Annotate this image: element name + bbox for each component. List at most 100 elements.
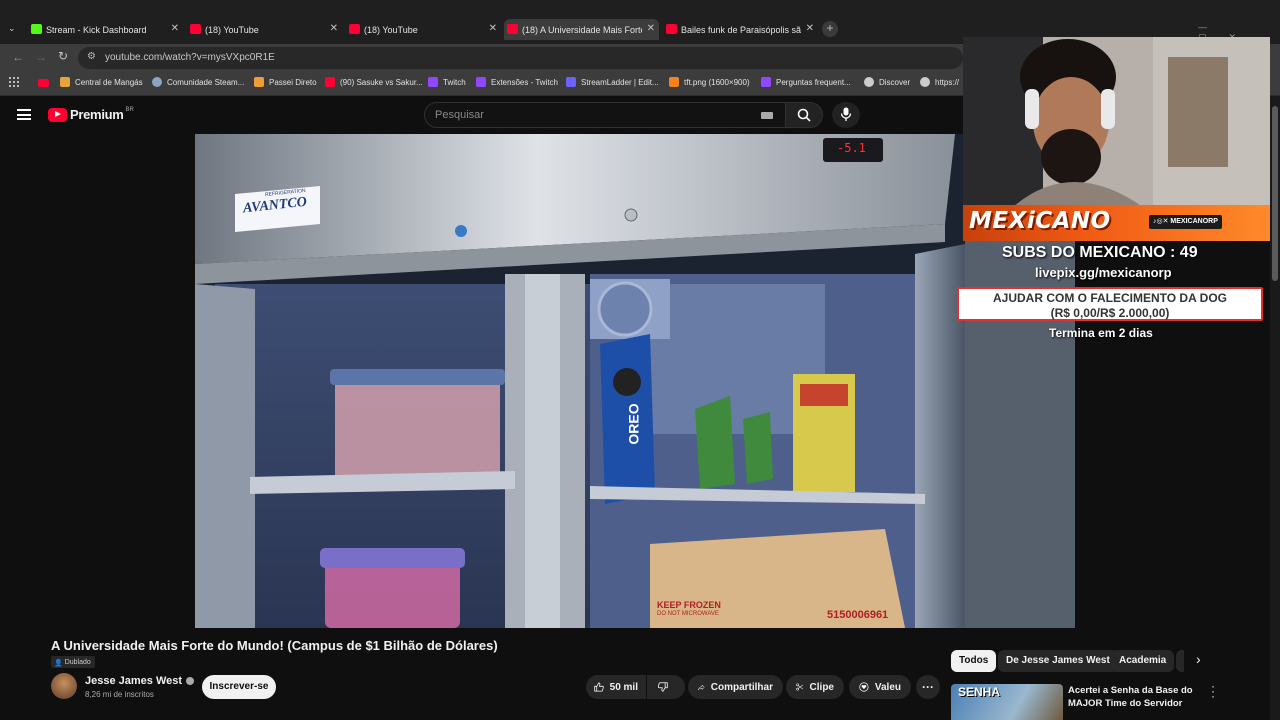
streamer-webcam [963,37,1270,207]
chip-gym[interactable]: Academia [1111,650,1175,672]
subscribe-button[interactable]: Inscrever-se [202,675,276,699]
channel-name[interactable]: Jesse James West [85,675,195,687]
video-frame: JJW [195,134,1075,628]
bookmark-item[interactable]: Central de Mangás [60,77,143,87]
bookmark-item[interactable]: tft.png (1600×900) [669,77,750,87]
video-player[interactable]: JJW AVANTCO REFRIGERATION -5.1 OREO KEEP… [195,134,1075,628]
tab-youtube-1[interactable]: (18) YouTube ✕ [187,19,342,40]
bookmark-item[interactable]: https:// [920,77,959,87]
address-bar[interactable]: ⚙ youtube.com/watch?v=mysVXpc0R1E [78,47,963,69]
video-title: A Universidade Mais Forte do Mundo! (Cam… [51,638,498,653]
webcam-feed [963,37,1270,207]
kebab-menu-icon[interactable]: · · · [1211,680,1215,702]
twitch-icon [761,77,771,87]
recommended-title[interactable]: Acertei a Senha da Base do MAJOR Time do… [1068,684,1193,720]
thanks-button[interactable]: Valeu [849,675,911,699]
bookmark-youtube-icon[interactable] [38,79,49,87]
youtube-favicon-icon [325,77,335,87]
search-icon [797,108,811,122]
keyboard-icon[interactable] [761,112,773,119]
back-icon[interactable]: ← [12,50,24,64]
close-icon[interactable]: ✕ [489,23,497,34]
recommended-thumbnail[interactable]: SENHA [951,684,1063,720]
like-button[interactable]: 50 mil [586,675,646,699]
bookmark-item[interactable]: (90) Sasuke vs Sakur... [325,77,423,87]
bookmark-item[interactable]: Comunidade Steam... [152,77,244,87]
thermostat-readout: -5.1 [837,141,866,155]
dislike-button[interactable] [647,675,685,699]
apps-grid-icon[interactable] [9,77,19,87]
close-icon[interactable]: ✕ [806,23,814,34]
steam-icon [152,77,162,87]
thumbnail-text: SENHA [958,685,1001,699]
channel-avatar[interactable] [51,673,77,699]
share-button[interactable]: Compartilhar [688,675,783,699]
scissors-icon [796,683,804,691]
bookmark-item[interactable]: Discover [864,77,910,87]
menu-icon[interactable] [17,109,31,120]
search-input[interactable]: Pesquisar [424,102,786,128]
overlay-brand: MEXiCANO [969,208,1111,234]
page-scrollbar[interactable] [1270,96,1280,720]
clip-button[interactable]: Clipe [786,675,844,699]
person-icon: 👤 [54,659,63,667]
bookmark-item[interactable]: Extensões - Twitch [476,77,558,87]
youtube-favicon-icon [349,24,360,34]
overlay-subs-line: SUBS DO MEXICANO : 49 [1002,244,1198,261]
microphone-icon [840,107,852,121]
tab-kick-dashboard[interactable]: Stream - Kick Dashboard ✕ [28,19,183,40]
tab-search-dropdown-icon[interactable]: ⌄ [8,23,16,34]
voice-search-button[interactable] [832,102,860,128]
url-text: youtube.com/watch?v=mysVXpc0R1E [105,52,275,63]
search-button[interactable] [785,102,823,128]
youtube-favicon-icon [666,24,677,34]
region-code: BR [125,106,134,113]
kick-favicon-icon [31,24,42,34]
twitch-icon [428,77,438,87]
cereal-box-label: OREO [625,403,642,445]
bookmark-item[interactable]: Perguntas frequent... [761,77,851,87]
thumbs-down-icon [658,682,668,692]
image-icon [669,77,679,87]
bookmark-item[interactable]: Twitch [428,77,466,87]
youtube-logo[interactable]: Premium BR [48,107,134,122]
site-info-icon[interactable]: ⚙ [87,51,96,62]
thanks-heart-icon [859,682,869,692]
box-label-top: KEEP FROZEN [657,600,721,610]
bookmark-item[interactable]: StreamLadder | Edit... [566,77,659,87]
subscriber-count: 8,26 mi de inscritos [85,690,154,699]
chevron-right-icon[interactable]: › [1196,651,1201,667]
close-icon[interactable]: ✕ [171,23,179,34]
chip-all[interactable]: Todos [951,650,997,672]
dubbed-badge: 👤 Dublado [51,656,95,668]
bookmark-favicon-icon [566,77,576,87]
verified-icon [186,677,195,685]
more-actions-button[interactable]: ··· [916,675,940,699]
donation-goal-title: AJUDAR COM O FALECIMENTO DA DOG [992,291,1227,305]
chip-overflow [1176,650,1184,672]
bookmark-favicon-icon [60,77,70,87]
box-label-sub: DO NOT MICROWAVE [657,611,719,617]
tab-current-video[interactable]: (18) A Universidade Mais Forte ✕ [504,19,659,40]
donation-goal-box: AJUDAR COM O FALECIMENTO DA DOG (R$ 0,00… [957,287,1263,321]
forward-icon[interactable]: → [35,50,47,64]
stream-overlay: MEXiCANO ♪◎✕ MEXICANORP SUBS DO MEXICANO… [957,205,1270,345]
bookmark-favicon-icon [254,77,264,87]
bookmark-item[interactable]: Passei Direto [254,77,317,87]
close-icon[interactable]: ✕ [330,23,338,34]
youtube-favicon-icon [190,24,201,34]
box-label-code: 5150006961 [827,609,889,621]
tab-youtube-2[interactable]: (18) YouTube ✕ [346,19,501,40]
twitch-icon [476,77,486,87]
logo-text: Premium [70,107,124,122]
close-icon[interactable]: ✕ [647,23,655,34]
share-icon [698,683,705,690]
tab-bailes-funk[interactable]: Bailes funk de Paraisópolis são ✕ [663,19,818,40]
youtube-favicon-icon [507,24,518,34]
thumbs-up-icon [594,682,604,692]
reload-icon[interactable]: ↻ [58,49,68,63]
donation-goal-ends: Termina em 2 dias [1049,326,1153,340]
globe-icon [920,77,930,87]
new-tab-button[interactable]: + [822,21,838,37]
chip-from-channel[interactable]: De Jesse James West [998,650,1118,672]
